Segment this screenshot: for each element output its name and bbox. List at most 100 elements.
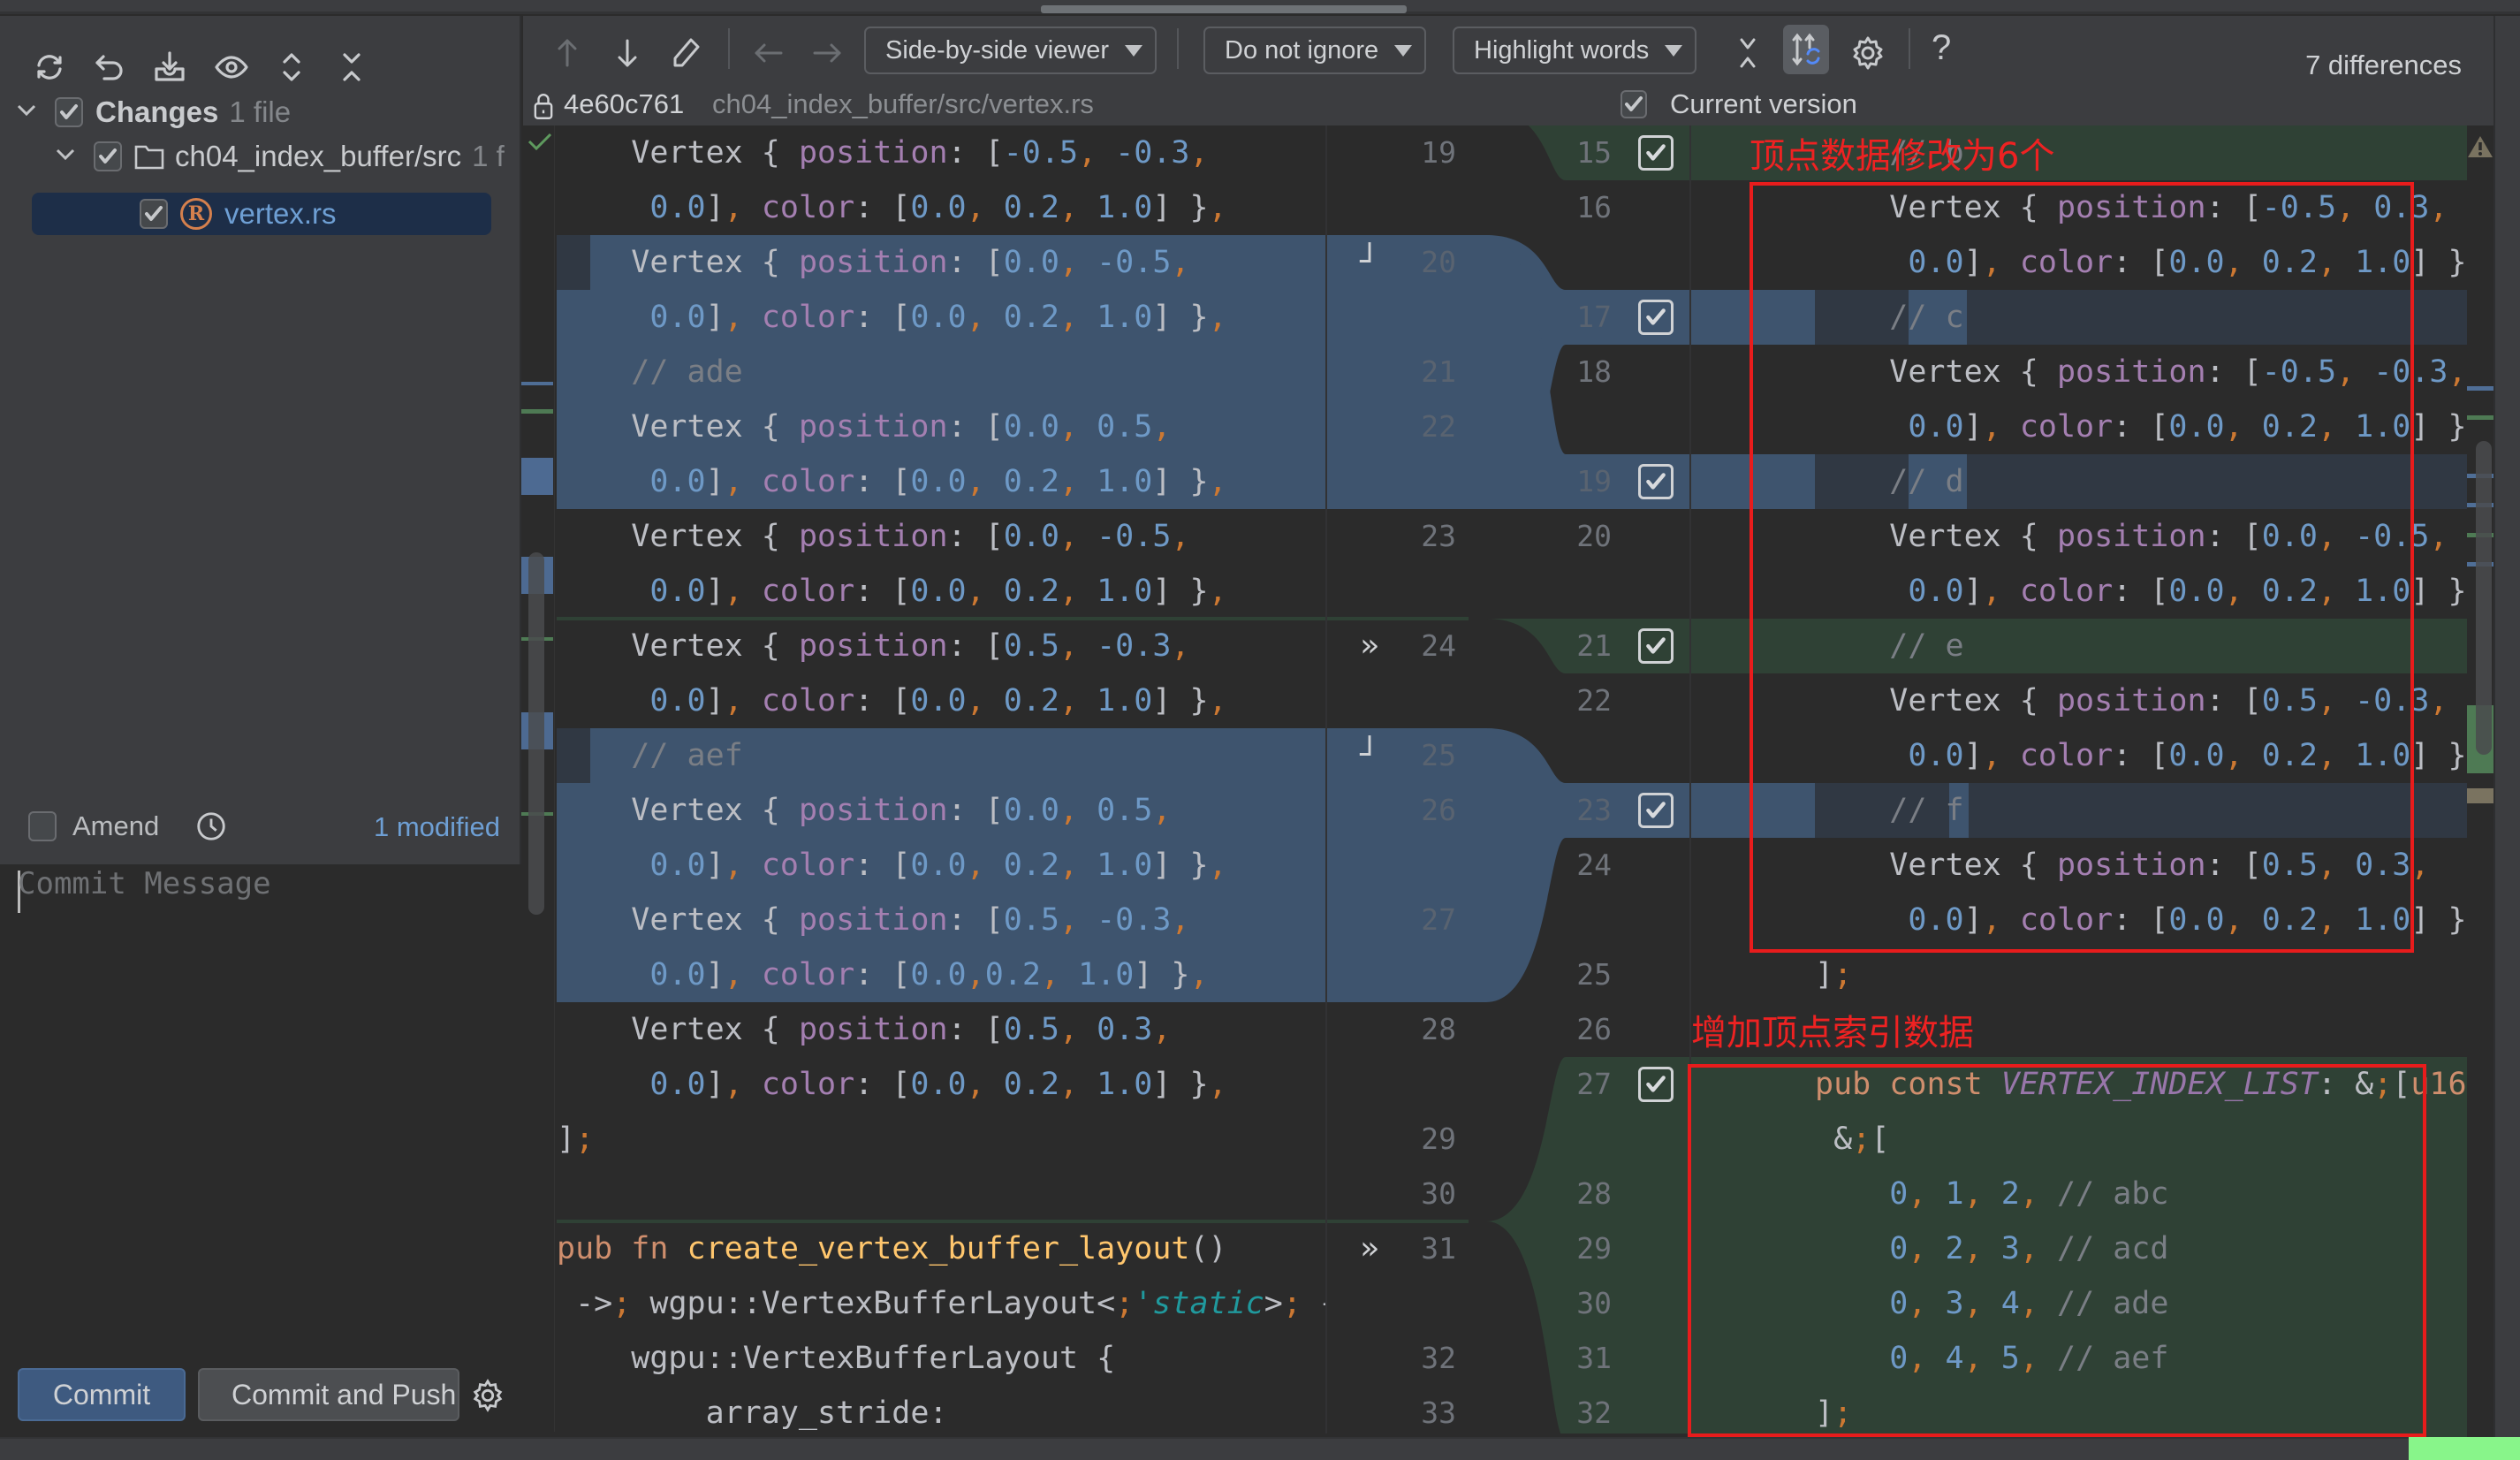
marker-warning: [2467, 788, 2493, 803]
line-number: 23: [1421, 519, 1456, 553]
modified-count-link[interactable]: 1 modified: [374, 811, 500, 843]
panel-drag-handle[interactable]: [1041, 5, 1407, 13]
changes-checkbox[interactable]: [55, 97, 83, 127]
include-change-checkbox[interactable]: [1638, 464, 1674, 499]
include-change-checkbox[interactable]: [1638, 793, 1674, 828]
annotation-box-vertices: [1750, 182, 2414, 953]
code-line: Vertex { position: [-0.5, -0.3,: [557, 135, 1209, 171]
help-button[interactable]: ?: [1932, 28, 1951, 68]
include-change-checkbox[interactable]: [1638, 135, 1674, 171]
diff-settings-button[interactable]: [1850, 35, 1886, 75]
scrollbar-thumb[interactable]: [528, 552, 544, 915]
collapse-all-button[interactable]: [334, 49, 369, 85]
code-line: 0.0], color: [0.0,0.2, 1.0] },: [649, 957, 1209, 992]
code-line: 0.0], color: [0.0, 0.2, 1.0] },: [649, 190, 1227, 225]
check-icon: [1625, 96, 1643, 111]
line-number: 28: [1421, 1012, 1456, 1046]
next-file-button[interactable]: [809, 35, 845, 75]
file-label: vertex.rs: [224, 197, 337, 230]
right-gutter: 15 16 17 18 19 20 21 22 23 24 25 26 27 28 29 30 31 32: [1537, 125, 1688, 1433]
line-number: 29: [1576, 1231, 1612, 1266]
whitespace-mode-value: Do not ignore: [1225, 35, 1379, 65]
apply-change-icon[interactable]: ┘: [1352, 728, 1387, 783]
refresh-button[interactable]: [32, 49, 67, 85]
tree-node-file[interactable]: R vertex.rs: [140, 192, 337, 236]
line-number: 32: [1421, 1341, 1456, 1375]
next-difference-button[interactable]: [610, 35, 645, 75]
highlight-mode-dropdown[interactable]: Highlight words: [1453, 27, 1697, 74]
dropdown-arrow-icon: [1394, 44, 1413, 57]
folder-label: ch04_index_buffer/src: [175, 140, 462, 172]
line-number: 30: [1421, 1176, 1456, 1211]
rollback-button[interactable]: [92, 49, 127, 85]
viewer-mode-dropdown[interactable]: Side-by-side viewer: [864, 27, 1158, 74]
line-number: 15: [1576, 135, 1612, 170]
tree-node-changes[interactable]: Changes 1 file: [14, 90, 291, 134]
code-line: Vertex { position: [0.5, 0.3,: [557, 1012, 1172, 1047]
line-number: 22: [1576, 683, 1612, 718]
apply-change-icon[interactable]: ┘: [1352, 235, 1387, 290]
expand-all-button[interactable]: [274, 49, 309, 85]
no-problems-check-icon: [528, 133, 552, 150]
check-icon: [99, 148, 117, 163]
line-number: 33: [1421, 1395, 1456, 1430]
line-number: 18: [1576, 354, 1612, 389]
lock-icon: [534, 94, 553, 119]
history-clock-icon[interactable]: [194, 810, 228, 843]
show-diff-button[interactable]: [214, 49, 249, 85]
marker-changed: [2467, 386, 2493, 391]
file-checkbox[interactable]: [140, 199, 168, 229]
left-gutter: 19 20 21 22 23 24 25 26 27 28 29 30 31 32 33 ┘ ┘ » »: [1325, 125, 1469, 1433]
annotation-vertex-change: 顶点数据修改为6个: [1750, 136, 2055, 177]
revision-hash: 4e60c761: [564, 88, 685, 119]
tree-node-folder[interactable]: ch04_index_buffer/src 1 f: [53, 134, 521, 179]
line-number: 16: [1576, 190, 1612, 224]
insert-change-icon[interactable]: »: [1352, 1221, 1387, 1276]
changes-count: 1 file: [229, 95, 292, 128]
folder-icon: [134, 145, 164, 170]
commit-options-gear-icon[interactable]: [471, 1379, 505, 1412]
highlight-mode-value: Highlight words: [1474, 35, 1650, 65]
previous-difference-button[interactable]: [550, 35, 585, 75]
ignore-whitespace-dropdown[interactable]: Do not ignore: [1203, 27, 1427, 74]
commit-button[interactable]: Commit: [18, 1368, 186, 1421]
insert-change-icon[interactable]: »: [1352, 619, 1387, 673]
marker-added: [521, 409, 553, 414]
line-number: 24: [1576, 848, 1612, 882]
commit-message-input[interactable]: [0, 864, 521, 1395]
code-line: 0.0], color: [0.0, 0.2, 1.0] },: [649, 683, 1227, 719]
sync-scroll-icon: [1792, 33, 1820, 66]
line-number: 26: [1421, 793, 1456, 827]
collapse-all-icon: [343, 53, 361, 81]
folder-checkbox[interactable]: [94, 141, 122, 171]
line-number: 24: [1421, 628, 1456, 663]
commit-and-push-button[interactable]: Commit and Push: [198, 1368, 459, 1421]
line-number: 32: [1576, 1395, 1612, 1430]
warning-icon[interactable]: [2467, 134, 2493, 159]
code-line: 0.0], color: [0.0, 0.2, 1.0] },: [649, 848, 1227, 883]
chevron-down-icon[interactable]: [14, 95, 39, 129]
previous-file-button[interactable]: [751, 35, 786, 75]
sync-scroll-toggle[interactable]: [1783, 25, 1829, 74]
chevron-down-icon[interactable]: [53, 140, 78, 173]
right-markers-strip: [2467, 125, 2493, 1433]
scrollbar-thumb[interactable]: [2476, 441, 2492, 755]
code-line: Vertex { position: [0.0, 0.5,: [557, 793, 1172, 828]
arrow-right-icon: [813, 43, 841, 63]
include-change-checkbox[interactable]: [1638, 1067, 1674, 1102]
arrow-left-icon: [755, 43, 783, 63]
shelve-button[interactable]: [152, 49, 187, 85]
left-editor[interactable]: Vertex { position: [-0.5, -0.3, 0.0], co…: [557, 125, 1339, 1433]
line-number: 31: [1576, 1341, 1612, 1375]
line-number: 21: [1421, 354, 1456, 389]
line-number: 25: [1576, 957, 1612, 992]
edit-source-button[interactable]: [668, 35, 703, 75]
pencil-icon: [673, 38, 700, 67]
include-change-checkbox[interactable]: [1638, 628, 1674, 664]
marker-changed: [521, 458, 553, 495]
collapse-unchanged-button[interactable]: [1730, 35, 1765, 75]
line-number: 29: [1421, 1122, 1456, 1156]
current-version-checkbox[interactable]: [1621, 90, 1647, 118]
include-change-checkbox[interactable]: [1638, 300, 1674, 335]
amend-checkbox[interactable]: [28, 811, 57, 841]
